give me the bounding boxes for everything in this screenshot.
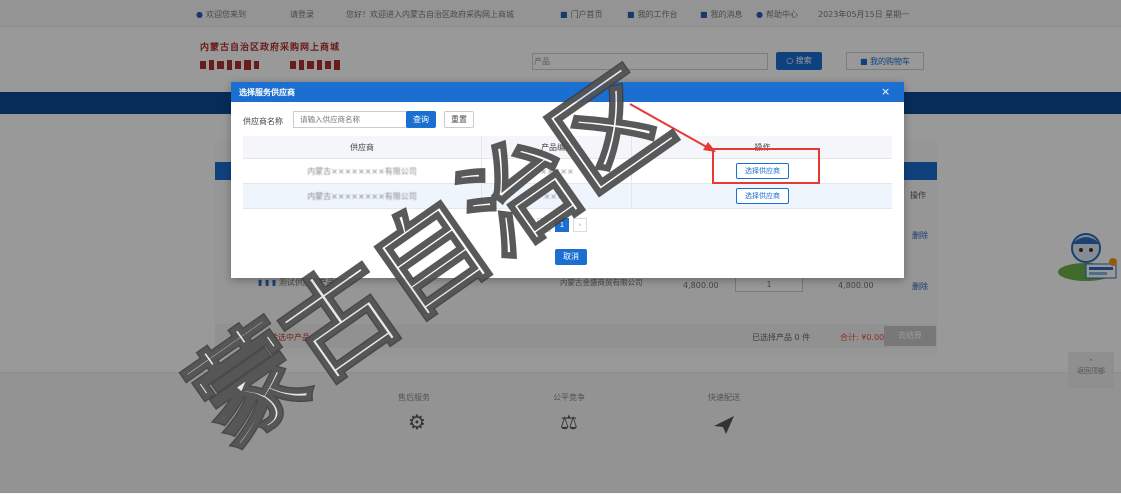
close-icon[interactable]: × [881,85,890,98]
product-code-cell: ××××× [540,166,574,176]
supplier-name-cell: 内蒙古××××××××有限公司 [307,166,417,176]
next-page-button[interactable]: › [573,218,587,232]
select-supplier-dialog: 选择服务供应商 × 供应商名称 查询 重置 供应商 产品编码 操作 内蒙古×××… [231,82,904,278]
column-header-supplier: 供应商 [350,142,374,152]
query-button[interactable]: 查询 [406,111,436,128]
table-row: 内蒙古××××××××有限公司 ×××× 选择供应商 [243,184,892,209]
reset-button[interactable]: 重置 [444,111,474,128]
supplier-name-input[interactable] [293,111,411,128]
prev-page-button[interactable]: ‹ [537,218,551,232]
column-header-product-code: 产品编码 [481,136,632,158]
supplier-name-cell: 内蒙古××××××××有限公司 [307,191,417,201]
page-number-button[interactable]: 1 [555,218,569,232]
select-supplier-button[interactable]: 选择供应商 [736,188,789,204]
dialog-title: 选择服务供应商 [239,88,295,97]
dialog-header: 选择服务供应商 × [231,82,904,102]
annotation-highlight-box [712,148,820,184]
supplier-name-label: 供应商名称 [243,117,283,126]
cancel-button[interactable]: 取消 [555,249,587,265]
product-code-cell: ×××× [543,191,571,201]
